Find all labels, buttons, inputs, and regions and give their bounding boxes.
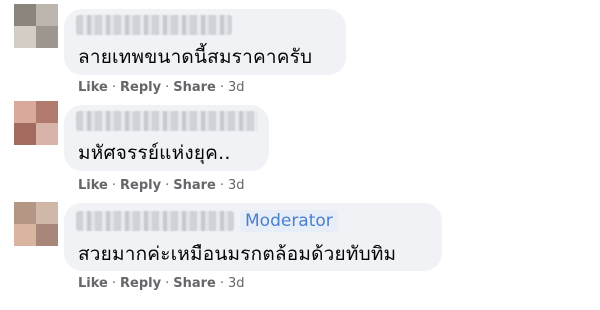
timestamp[interactable]: 3d	[228, 80, 245, 95]
separator: ·	[219, 178, 224, 193]
like-button[interactable]: Like	[78, 178, 108, 193]
share-button[interactable]: Share	[173, 178, 216, 193]
blurred-author-name[interactable]	[76, 111, 258, 131]
reply-button[interactable]: Reply	[120, 178, 161, 193]
timestamp[interactable]: 3d	[228, 178, 245, 193]
comment-actions: Like · Reply · Share · 3d	[78, 80, 245, 95]
moderator-badge: Moderator	[240, 210, 338, 232]
blurred-author-name[interactable]	[76, 15, 232, 35]
timestamp[interactable]: 3d	[228, 276, 245, 291]
comment-actions: Like · Reply · Share · 3d	[78, 276, 245, 291]
like-button[interactable]: Like	[78, 276, 108, 291]
separator: ·	[111, 178, 116, 193]
separator: ·	[165, 80, 170, 95]
comment-bubble: Moderator สวยมากค่ะเหมือนมรกตล้อมด้วยทับ…	[64, 203, 442, 271]
separator: ·	[219, 276, 224, 291]
comment-1: ลายเทพขนาดนี้สมราคาครับ Like · Reply · Share…	[0, 0, 600, 100]
comment-2: มหัศจรรย์แห่งยุค.. Like · Reply · Share · 3d	[0, 100, 600, 200]
comment-bubble: มหัศจรรย์แห่งยุค..	[64, 105, 269, 171]
like-button[interactable]: Like	[78, 80, 108, 95]
blurred-author-name[interactable]	[76, 211, 234, 231]
separator: ·	[165, 178, 170, 193]
comment-text: สวยมากค่ะเหมือนมรกตล้อมด้วยทับทิม	[78, 243, 397, 265]
reply-button[interactable]: Reply	[120, 276, 161, 291]
comment-text: ลายเทพขนาดนี้สมราคาครับ	[78, 46, 313, 68]
comment-text: มหัศจรรย์แห่งยุค..	[78, 142, 231, 164]
separator: ·	[111, 80, 116, 95]
avatar[interactable]	[14, 4, 58, 48]
separator: ·	[111, 276, 116, 291]
reply-button[interactable]: Reply	[120, 80, 161, 95]
separator: ·	[219, 80, 224, 95]
share-button[interactable]: Share	[173, 276, 216, 291]
separator: ·	[165, 276, 170, 291]
comment-3: Moderator สวยมากค่ะเหมือนมรกตล้อมด้วยทับ…	[0, 200, 600, 310]
share-button[interactable]: Share	[173, 80, 216, 95]
comment-actions: Like · Reply · Share · 3d	[78, 178, 245, 193]
avatar[interactable]	[14, 101, 58, 145]
avatar[interactable]	[14, 202, 58, 246]
comment-bubble: ลายเทพขนาดนี้สมราคาครับ	[64, 9, 346, 75]
